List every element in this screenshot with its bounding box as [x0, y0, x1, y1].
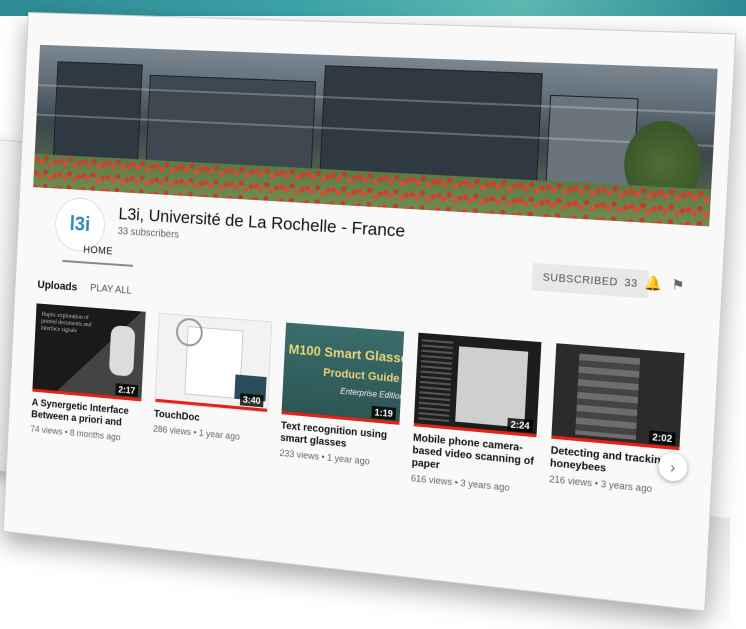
subscribed-button[interactable]: SUBSCRIBED 33 [531, 262, 650, 299]
thumbnail-robot-shape [108, 325, 136, 377]
banner-building [319, 65, 543, 182]
video-shelf: Haptic exploration of printed documents … [27, 303, 700, 570]
subscribed-count: 33 [624, 276, 638, 290]
uploads-header: Uploads PLAY ALL [37, 279, 132, 298]
channel-tabs: HOME [62, 237, 135, 267]
video-thumbnail[interactable]: Haptic exploration of printed documents … [32, 303, 146, 402]
banner-building [52, 61, 143, 167]
perspective-stage: l3i L3i, Université de La Rochelle - Fra… [0, 0, 746, 612]
youtube-channel-page: l3i L3i, Université de La Rochelle - Fra… [2, 12, 737, 612]
video-thumbnail[interactable]: 2:24 [413, 332, 542, 438]
channel-logo-mark: l3i [69, 212, 91, 236]
thumbnail-title-text: M100 Smart Glasses [288, 341, 405, 367]
subscriber-count: 33 subscribers [117, 225, 180, 241]
uploads-title: Uploads [37, 278, 78, 294]
video-duration: 1:19 [371, 405, 397, 421]
channel-banner [33, 44, 718, 227]
video-thumbnail[interactable]: M100 Smart Glasses Product Guide Enterpr… [281, 322, 405, 425]
subscribed-label: SUBSCRIBED [542, 271, 619, 289]
thumbnail-subtitle-text: Product Guide [322, 366, 400, 386]
thumbnail-edition-text: Enterprise Edition [340, 386, 405, 402]
thumbnail-hive-shape [575, 353, 641, 440]
video-thumbnail[interactable]: 2:02 [551, 343, 685, 451]
video-duration: 2:02 [648, 430, 676, 446]
video-duration: 2:24 [507, 417, 534, 433]
video-card[interactable]: Haptic exploration of printed documents … [30, 303, 146, 444]
video-card[interactable]: M100 Smart Glasses Product Guide Enterpr… [279, 322, 405, 470]
video-card[interactable]: 3:40 TouchDoc 286 views • 1 year ago [153, 312, 273, 445]
thumbnail-document-shape [455, 346, 529, 428]
tab-home[interactable]: HOME [62, 237, 135, 267]
play-all-button[interactable]: PLAY ALL [90, 283, 132, 298]
thumbnail-text-block: Haptic exploration of printed documents … [40, 311, 92, 335]
video-duration: 3:40 [239, 393, 264, 408]
video-thumbnail[interactable]: 3:40 [154, 312, 273, 413]
video-card[interactable]: 2:24 Mobile phone camera-based video sca… [411, 332, 542, 496]
flag-icon[interactable]: ⚑ [671, 276, 685, 294]
video-duration: 2:17 [115, 383, 139, 398]
thumbnail-scan-lines [417, 339, 454, 426]
bell-icon[interactable]: 🔔 [644, 274, 663, 292]
